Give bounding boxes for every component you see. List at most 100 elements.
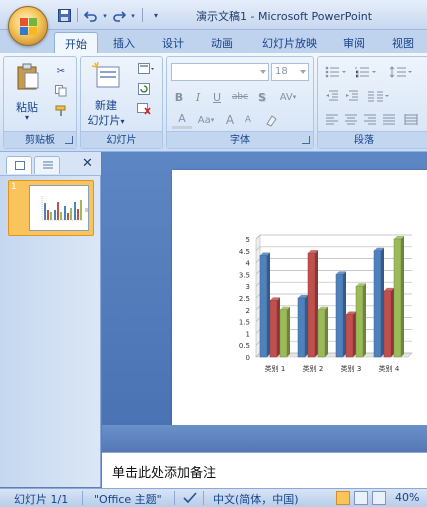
new-slide-label: 新建 xyxy=(95,99,117,112)
italic-button[interactable]: I xyxy=(191,88,205,106)
strikethrough-button[interactable]: abc xyxy=(229,88,251,106)
bar xyxy=(335,274,344,358)
y-tick-label: 0.5 xyxy=(239,342,250,350)
tab-design[interactable]: 设计 xyxy=(162,35,184,51)
chevron-down-icon[interactable]: ▾ xyxy=(148,8,164,23)
notes-splitter[interactable] xyxy=(102,425,427,452)
status-separator xyxy=(174,491,175,505)
new-slide-button[interactable]: 新建 幻灯片▾ xyxy=(85,60,127,128)
slide-thumbnail-item[interactable]: 1 xyxy=(8,180,94,236)
normal-view-button[interactable] xyxy=(336,491,350,505)
bar-side xyxy=(325,306,328,357)
underline-button[interactable]: U xyxy=(210,88,224,106)
tab-view[interactable]: 视图 xyxy=(392,35,414,51)
line-spacing-icon[interactable] xyxy=(387,64,415,80)
close-icon[interactable]: ✕ xyxy=(82,156,93,171)
y-tick-label: 4 xyxy=(246,260,251,268)
tab-review[interactable]: 审阅 xyxy=(343,35,365,51)
slides-tab-icon xyxy=(15,161,25,170)
zoom-level[interactable]: 40% xyxy=(395,491,419,504)
x-tick-label: 类别 4 xyxy=(379,364,400,373)
save-icon[interactable] xyxy=(56,8,72,23)
character-spacing-button[interactable]: AV ▾ xyxy=(275,88,301,106)
slide-sorter-view-button[interactable] xyxy=(354,491,368,505)
delete-slide-icon[interactable] xyxy=(135,101,153,117)
status-bar: 幻灯片 1/1 "Office 主题" 中文(简体，中国) 40% xyxy=(0,488,427,507)
font-size-combo[interactable]: 18 xyxy=(271,63,309,81)
panel-tabs: ✕ xyxy=(0,152,101,176)
justify-icon[interactable] xyxy=(380,112,398,128)
toolbar-separator xyxy=(142,8,143,22)
ribbon-tabs: 开始 插入 设计 动画 幻灯片放映 审阅 视图 xyxy=(0,30,427,54)
bullets-icon[interactable] xyxy=(323,64,349,80)
bar xyxy=(355,285,364,358)
x-tick-label: 类别 3 xyxy=(341,364,362,373)
bar-side xyxy=(363,283,366,357)
office-button[interactable] xyxy=(8,6,48,46)
slide-thumbnail-number: 1 xyxy=(11,182,17,192)
undo-dropdown-icon[interactable]: ▾ xyxy=(101,8,109,23)
bar xyxy=(345,314,354,358)
tab-home[interactable]: 开始 xyxy=(54,32,98,54)
change-case-button[interactable]: Aa ▾ xyxy=(195,111,217,129)
status-separator xyxy=(203,491,204,505)
layout-icon[interactable] xyxy=(135,61,157,77)
spell-check-icon[interactable] xyxy=(183,491,197,507)
clipboard-group: 粘贴 ▾ ✂ 剪贴板 xyxy=(3,56,77,149)
redo-icon[interactable] xyxy=(111,8,127,23)
bar xyxy=(297,297,306,358)
chevron-down-icon: ▾ xyxy=(292,93,297,101)
copy-icon[interactable] xyxy=(52,83,70,99)
shadow-button[interactable]: S xyxy=(255,88,269,106)
shrink-font-button[interactable]: A xyxy=(241,111,255,129)
tab-slideshow[interactable]: 幻灯片放映 xyxy=(262,35,317,51)
bar-side xyxy=(315,250,318,357)
reset-icon[interactable] xyxy=(135,81,153,97)
bar xyxy=(393,238,402,358)
language-indicator[interactable]: 中文(简体，中国) xyxy=(213,491,299,507)
font-size-value: 18 xyxy=(275,66,288,77)
slide-canvas[interactable]: 0 0.5 1 1.5 2 2.5 3 3.5 4 4.5 5 类别 1 类别 2 类别 3 类别 4 xyxy=(172,170,427,435)
y-tick-label: 1.5 xyxy=(239,319,250,327)
slideshow-view-button[interactable] xyxy=(372,491,386,505)
font-color-button[interactable]: A xyxy=(172,111,192,129)
outline-tab[interactable] xyxy=(34,156,60,174)
tab-insert[interactable]: 插入 xyxy=(113,35,135,51)
undo-icon[interactable] xyxy=(83,8,99,23)
grow-font-button[interactable]: A xyxy=(223,111,237,129)
numbering-icon[interactable] xyxy=(353,64,379,80)
dialog-launcher-icon[interactable] xyxy=(65,136,73,144)
notes-placeholder: 单击此处添加备注 xyxy=(112,466,217,481)
cut-icon[interactable]: ✂ xyxy=(52,63,70,79)
increase-indent-icon[interactable] xyxy=(343,88,361,104)
theme-name[interactable]: "Office 主题" xyxy=(94,491,162,507)
spacing-label: AV xyxy=(279,91,293,103)
redo-dropdown-icon[interactable]: ▾ xyxy=(129,8,137,23)
y-tick-label: 1 xyxy=(246,330,250,338)
align-left-icon[interactable] xyxy=(323,112,341,128)
clipboard-icon xyxy=(17,63,39,90)
chart[interactable]: 0 0.5 1 1.5 2 2.5 3 3.5 4 4.5 5 类别 1 类别 2 类别 3 类别 4 xyxy=(172,170,427,435)
dialog-launcher-icon[interactable] xyxy=(302,136,310,144)
align-center-icon[interactable] xyxy=(342,112,360,128)
office-logo-icon xyxy=(20,18,38,36)
distributed-icon[interactable] xyxy=(402,112,420,128)
align-right-icon[interactable] xyxy=(361,112,379,128)
paste-button[interactable]: 粘贴 ▾ xyxy=(10,61,44,127)
outline-tab-icon xyxy=(43,161,53,169)
clear-format-icon[interactable] xyxy=(263,111,279,129)
toolbar-separator xyxy=(77,8,78,22)
format-painter-icon[interactable] xyxy=(52,103,70,119)
bar xyxy=(269,300,278,358)
slides-tab[interactable] xyxy=(6,156,32,174)
bold-button[interactable]: B xyxy=(172,88,186,106)
paragraph-group-label: 段落 xyxy=(318,131,427,148)
columns-icon[interactable] xyxy=(365,88,391,104)
decrease-indent-icon[interactable] xyxy=(323,88,341,104)
title-bar: ▾ ▾ ▾ 演示文稿1 - Microsoft PowerPoint xyxy=(0,0,427,30)
font-name-combo[interactable] xyxy=(171,63,269,81)
tab-animation[interactable]: 动画 xyxy=(211,35,233,51)
bar xyxy=(383,290,392,358)
notes-pane[interactable]: 单击此处添加备注 xyxy=(102,452,427,488)
bar xyxy=(259,255,268,358)
